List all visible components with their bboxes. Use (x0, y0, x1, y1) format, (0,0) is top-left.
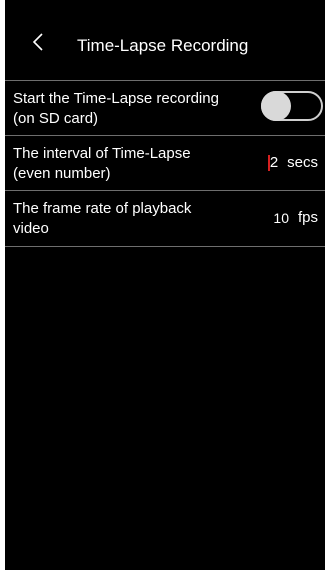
start-recording-label-line1: Start the Time-Lapse recording (13, 90, 219, 107)
frame-rate-label-line1: The frame rate of playback (13, 200, 192, 217)
interval-label-line2: (even number) (13, 165, 111, 182)
interval-unit: secs (287, 154, 318, 171)
frame-rate-label-line2: video (13, 220, 49, 237)
settings-row-frame-rate: The frame rate of playback video 10 fps (5, 191, 325, 247)
back-button[interactable] (27, 30, 49, 54)
start-recording-label-line2: (on SD card) (13, 110, 99, 127)
interval-value-group: 2 secs (267, 154, 318, 171)
frame-rate-value-group[interactable]: 10 fps (273, 209, 318, 226)
start-recording-toggle[interactable] (261, 91, 323, 121)
settings-row-start-recording: Start the Time-Lapse recording (on SD ca… (5, 81, 325, 136)
frame-rate-label: The frame rate of playback video (13, 199, 243, 239)
interval-value: 2 (269, 154, 279, 171)
chevron-left-icon (32, 33, 43, 51)
interval-label-line1: The interval of Time-Lapse (13, 145, 191, 162)
start-recording-label: Start the Time-Lapse recording (on SD ca… (13, 89, 243, 129)
page-title: Time-Lapse Recording (77, 36, 249, 55)
frame-rate-unit: fps (297, 209, 318, 226)
header-bar: Time-Lapse Recording (5, 0, 325, 81)
interval-input[interactable]: 2 (267, 154, 279, 171)
interval-label: The interval of Time-Lapse (even number) (13, 144, 243, 184)
toggle-knob (261, 91, 291, 121)
text-caret (267, 155, 270, 171)
time-lapse-screen: Time-Lapse Recording Start the Time-Laps… (5, 0, 325, 570)
frame-rate-value: 10 (273, 209, 289, 226)
settings-row-interval: The interval of Time-Lapse (even number)… (5, 136, 325, 191)
